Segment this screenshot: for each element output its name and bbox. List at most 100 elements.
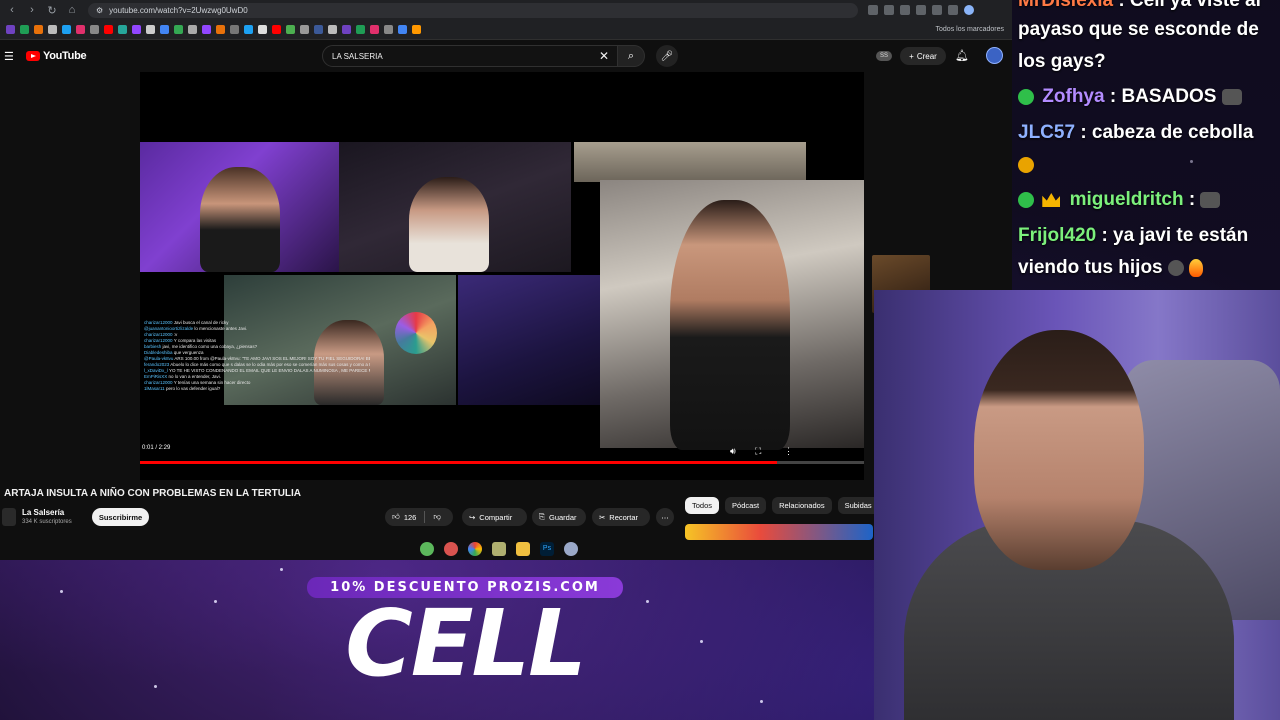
save-button[interactable]: ⎘ Guardar	[532, 508, 586, 526]
reload-icon[interactable]: ↻	[44, 2, 60, 18]
app-icon[interactable]	[564, 542, 578, 556]
extension-icon[interactable]	[948, 5, 958, 15]
like-icon[interactable]: 👍︎	[392, 512, 400, 522]
video-progress-bar[interactable]	[140, 461, 864, 464]
notifications-bell-icon[interactable]: 🔔︎	[955, 49, 969, 62]
bookmark-icon[interactable]	[146, 25, 155, 34]
stream-chat-user: 1lMasar11	[144, 386, 166, 391]
bookmark-icon[interactable]	[244, 25, 253, 34]
search-button[interactable]: ⌕	[617, 45, 645, 67]
bookmark-icon[interactable]	[174, 25, 183, 34]
subscriber-badge-icon	[1018, 88, 1034, 105]
fullscreen-icon[interactable]: ⛶	[755, 446, 761, 457]
bookmark-icon[interactable]	[104, 25, 113, 34]
home-icon[interactable]: ⌂	[64, 2, 80, 18]
bookmark-icon[interactable]	[398, 25, 407, 34]
more-options-icon[interactable]: ⋮	[784, 446, 793, 457]
chip-relacionados[interactable]: Relacionados	[772, 497, 832, 514]
subscribe-button[interactable]: Suscribirme	[92, 508, 149, 526]
subscriber-badge-icon	[1018, 191, 1034, 208]
address-bar[interactable]: ⚙ youtube.com/watch?v=2Uwzwg0UwD0	[88, 2, 858, 18]
bookmark-icon[interactable]	[258, 25, 267, 34]
chat-text: payaso que se esconde de	[1018, 19, 1259, 40]
folder-icon[interactable]	[516, 542, 530, 556]
bookmark-icon[interactable]	[356, 25, 365, 34]
forward-icon[interactable]: ›	[24, 2, 40, 18]
youtube-logo[interactable]: YouTube	[26, 50, 87, 62]
account-avatar[interactable]	[986, 47, 1003, 64]
bookmark-icon[interactable]	[370, 25, 379, 34]
extension-icons	[868, 5, 974, 15]
bookmark-icon[interactable]	[118, 25, 127, 34]
voice-search-button[interactable]: 🎤︎	[656, 45, 678, 67]
clear-search-icon[interactable]: ✕	[599, 49, 609, 63]
bookmark-icon[interactable]	[132, 25, 141, 34]
stream-chat-text: :v	[173, 332, 178, 337]
video-player[interactable]: charizar12000 Javi busca el canal de ric…	[140, 72, 864, 480]
menu-icon[interactable]: ☰	[4, 50, 18, 63]
streamer-webcam	[874, 290, 1280, 720]
bookmark-icon[interactable]	[160, 25, 169, 34]
bookmark-icon[interactable]	[230, 25, 239, 34]
extension-icon[interactable]	[900, 5, 910, 15]
stream-chat-text: que verguenza	[173, 350, 204, 355]
stream-layout: ‹ › ↻ ⌂ ⚙ youtube.com/watch?v=2Uwzwg0UwD…	[0, 0, 1280, 720]
volume-icon[interactable]: 🔊︎	[730, 446, 736, 457]
like-count[interactable]: 126	[404, 513, 417, 522]
bookmark-icon[interactable]	[76, 25, 85, 34]
bookmark-icon[interactable]	[384, 25, 393, 34]
chat-message: migueldritch :	[1018, 184, 1221, 216]
clip-button[interactable]: ✂ Recortar	[592, 508, 650, 526]
more-actions-button[interactable]: ⋯	[656, 508, 674, 526]
bookmark-icon[interactable]	[20, 25, 29, 34]
extension-icon[interactable]	[884, 5, 894, 15]
share-button[interactable]: ↪ Compartir	[462, 508, 527, 526]
app-icon[interactable]	[492, 542, 506, 556]
search-input[interactable]: LA SALSERIA ✕	[322, 45, 618, 67]
chip-podcast[interactable]: Pódcast	[725, 497, 767, 514]
bookmark-icon[interactable]	[62, 25, 71, 34]
ninja-emoji-icon	[1167, 259, 1184, 276]
bookmark-icon[interactable]	[328, 25, 337, 34]
channel-name[interactable]: La Salsería	[22, 508, 64, 517]
all-bookmarks-label[interactable]: Todos los marcadores	[936, 26, 1004, 33]
chat-text: : ya javi te están	[1101, 225, 1249, 246]
create-button[interactable]: + Crear	[900, 47, 946, 65]
bookmark-icon[interactable]	[342, 25, 351, 34]
bookmark-icon[interactable]	[216, 25, 225, 34]
extension-icon[interactable]	[932, 5, 942, 15]
channel-avatar[interactable]	[2, 508, 16, 526]
related-video-thumbnail[interactable]	[685, 524, 873, 540]
stream-chat-user: l_xDaviDx_l	[144, 368, 169, 373]
bookmark-icon[interactable]	[300, 25, 309, 34]
back-icon[interactable]: ‹	[4, 2, 20, 18]
photoshop-icon[interactable]: Ps	[540, 542, 554, 556]
site-info-icon[interactable]: ⚙	[96, 6, 103, 15]
app-icon[interactable]	[420, 542, 434, 556]
profile-icon[interactable]	[964, 5, 974, 15]
stream-chat-user: EmPiRisXX	[144, 374, 169, 379]
chip-todos[interactable]: Todos	[685, 497, 720, 514]
bookmark-icon[interactable]	[6, 25, 15, 34]
chat-text: : cabeza de cebolla	[1080, 122, 1254, 143]
extension-icon[interactable]	[916, 5, 926, 15]
bookmark-icon[interactable]	[412, 25, 421, 34]
microphone-icon: 🎤︎	[660, 50, 674, 62]
chrome-icon[interactable]	[468, 542, 482, 556]
stream-chat-text: ARS 100.00 from @Paula-vk8vu: "TE AMO JA…	[174, 356, 370, 361]
bookmark-icon[interactable]	[34, 25, 43, 34]
bookmark-icon[interactable]	[48, 25, 57, 34]
extension-badge[interactable]: SS	[876, 51, 892, 61]
bookmark-icon[interactable]	[272, 25, 281, 34]
stream-chat-user: charizar12000	[144, 338, 174, 343]
dislike-icon[interactable]: 👎︎	[433, 512, 441, 522]
app-icon[interactable]	[444, 542, 458, 556]
bookmark-icon[interactable]	[202, 25, 211, 34]
video-frame-main-speaker	[600, 180, 864, 450]
extension-icon[interactable]	[868, 5, 878, 15]
bookmark-icon[interactable]	[188, 25, 197, 34]
streamer-logo-text: CELL	[345, 590, 587, 697]
bookmark-icon[interactable]	[314, 25, 323, 34]
bookmark-icon[interactable]	[90, 25, 99, 34]
bookmark-icon[interactable]	[286, 25, 295, 34]
